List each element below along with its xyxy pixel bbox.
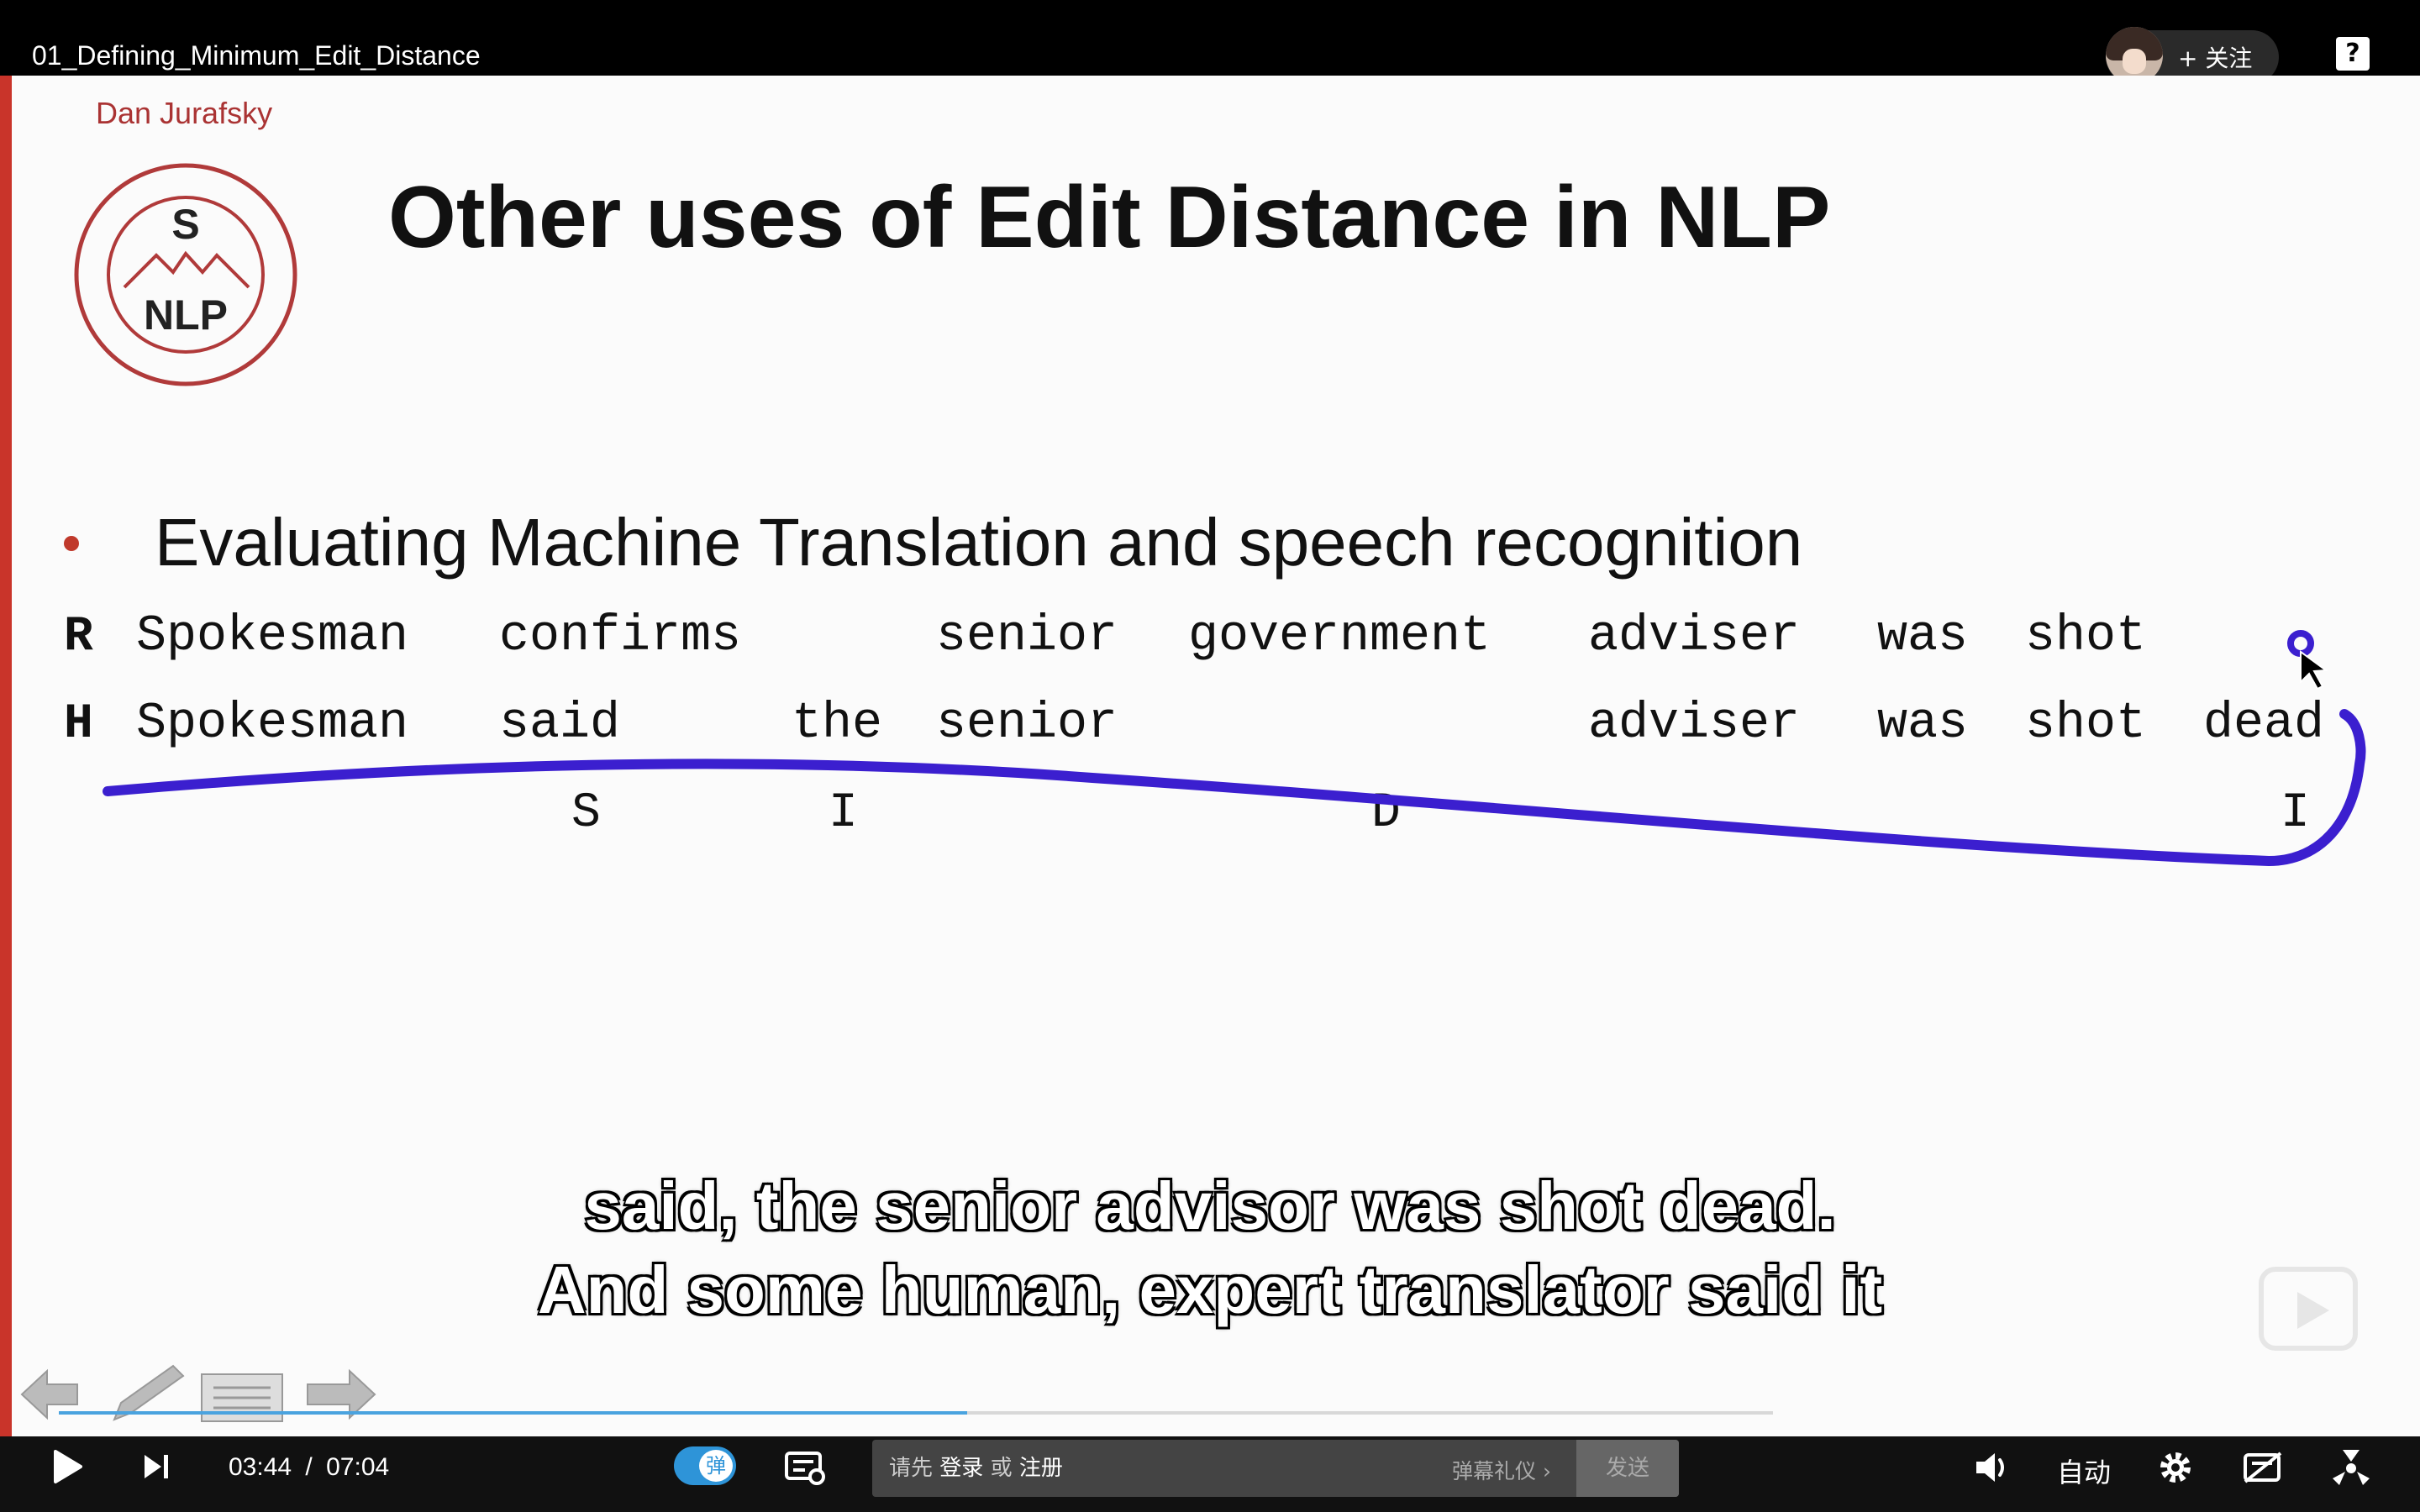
- danmaku-off-icon[interactable]: [2242, 1450, 2284, 1485]
- settings-icon[interactable]: [2156, 1448, 2195, 1487]
- danmaku-toggle-label: 弹: [699, 1450, 733, 1482]
- ppt-toolbar: [20, 1364, 376, 1422]
- register-link[interactable]: 注册: [1019, 1456, 1063, 1481]
- play-icon[interactable]: [50, 1448, 84, 1485]
- danmaku-hint: 请先 登录 或 注册: [889, 1451, 1063, 1482]
- subtitle-line-2: And some human, expert translator said i…: [537, 1252, 1883, 1327]
- duration: 07:04: [326, 1453, 390, 1481]
- video-frame[interactable]: Dan Jurafsky S NLP Other uses of Edit Di…: [0, 76, 2420, 1436]
- follow-label[interactable]: + 关注: [2178, 40, 2252, 74]
- volume-icon[interactable]: [1973, 1450, 2012, 1485]
- mouse-cursor-icon: [2300, 650, 2328, 690]
- video-title: 01_Defining_Minimum_Edit_Distance: [32, 40, 481, 71]
- subtitle-line-1: said, the senior advisor was shot dead.: [584, 1168, 1836, 1243]
- time-display: 03:44 / 07:04: [229, 1453, 389, 1482]
- danmaku-toggle[interactable]: 弹: [674, 1446, 736, 1485]
- next-icon[interactable]: [141, 1452, 171, 1482]
- danmaku-hint-prefix: 请先: [889, 1456, 934, 1481]
- danmaku-hint-or: 或: [990, 1456, 1013, 1481]
- send-button[interactable]: 发送: [1576, 1440, 1679, 1497]
- time-separator: /: [305, 1453, 313, 1481]
- danmaku-settings-icon[interactable]: [785, 1450, 827, 1485]
- danmaku-etiquette-link[interactable]: 弹幕礼仪 ›: [1452, 1455, 1551, 1485]
- center-play-icon[interactable]: [2259, 1267, 2358, 1351]
- quality-selector[interactable]: 自动: [2057, 1452, 2111, 1490]
- progress-fill: [59, 1411, 968, 1415]
- help-icon[interactable]: ?: [2336, 37, 2370, 71]
- current-time: 03:44: [229, 1453, 292, 1481]
- login-link[interactable]: 登录: [939, 1456, 983, 1481]
- fullscreen-icon[interactable]: [2331, 1448, 2371, 1487]
